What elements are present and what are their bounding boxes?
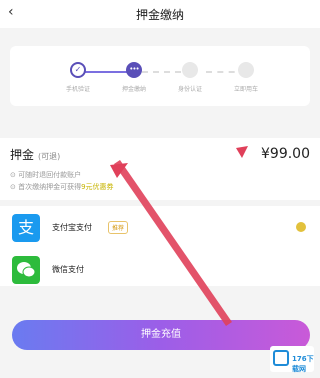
payment-option-alipay[interactable]: 支 支付宝支付 推荐 — [0, 208, 320, 248]
payment-methods: 支 支付宝支付 推荐 微信支付 — [0, 206, 320, 286]
progress-steps: ✓ ••• 手机验证 押金缴纳 身份认证 立即用车 — [10, 46, 310, 106]
top-bar: ‹ 押金缴纳 — [0, 0, 320, 28]
deposit-title: 押金 (可退) — [10, 146, 60, 163]
step-2-current-icon: ••• — [126, 62, 142, 78]
watermark-logo: 176下载网 — [270, 346, 314, 373]
deposit-amount: ¥99.00 — [261, 146, 310, 162]
page-title: 押金缴纳 — [135, 8, 184, 22]
step-label: 立即用车 — [233, 86, 258, 93]
payment-label: 微信支付 — [52, 265, 84, 274]
deposit-note: ⊙ 可随时退回付款账户 — [10, 171, 82, 179]
step-4-icon — [238, 62, 254, 78]
step-label: 手机验证 — [65, 86, 90, 93]
recommended-badge: 推荐 — [108, 221, 129, 234]
watermark-icon — [273, 350, 289, 366]
alipay-icon: 支 — [12, 214, 40, 242]
watermark-text: 176下载网 — [292, 355, 314, 373]
payment-option-wechat[interactable]: 微信支付 — [0, 250, 320, 290]
note-text: 可随时退回付款账户 — [18, 171, 82, 179]
deposit-title-text: 押金 — [10, 148, 35, 162]
step-label: 押金缴纳 — [121, 86, 146, 93]
payment-label: 支付宝支付 — [52, 223, 92, 232]
step-label: 身份认证 — [177, 86, 202, 93]
deposit-note: ⊙ 首次缴纳押金可获得9元优惠券 — [10, 183, 114, 191]
note-highlight: 9元优惠券 — [81, 183, 114, 191]
deposit-card: 押金 (可退) ¥99.00 ⊙ 可随时退回付款账户 ⊙ 首次缴纳押金可获得9元优… — [0, 138, 320, 200]
note-text: 首次缴纳押金可获得 — [18, 183, 82, 191]
selected-radio-icon[interactable] — [296, 222, 306, 232]
wechat-icon — [12, 256, 40, 284]
deposit-recharge-button[interactable]: 押金充值 — [12, 320, 310, 350]
step-3-icon — [182, 62, 198, 78]
step-1-check-icon: ✓ — [70, 62, 86, 78]
deposit-refundable-note: (可退) — [38, 152, 61, 161]
